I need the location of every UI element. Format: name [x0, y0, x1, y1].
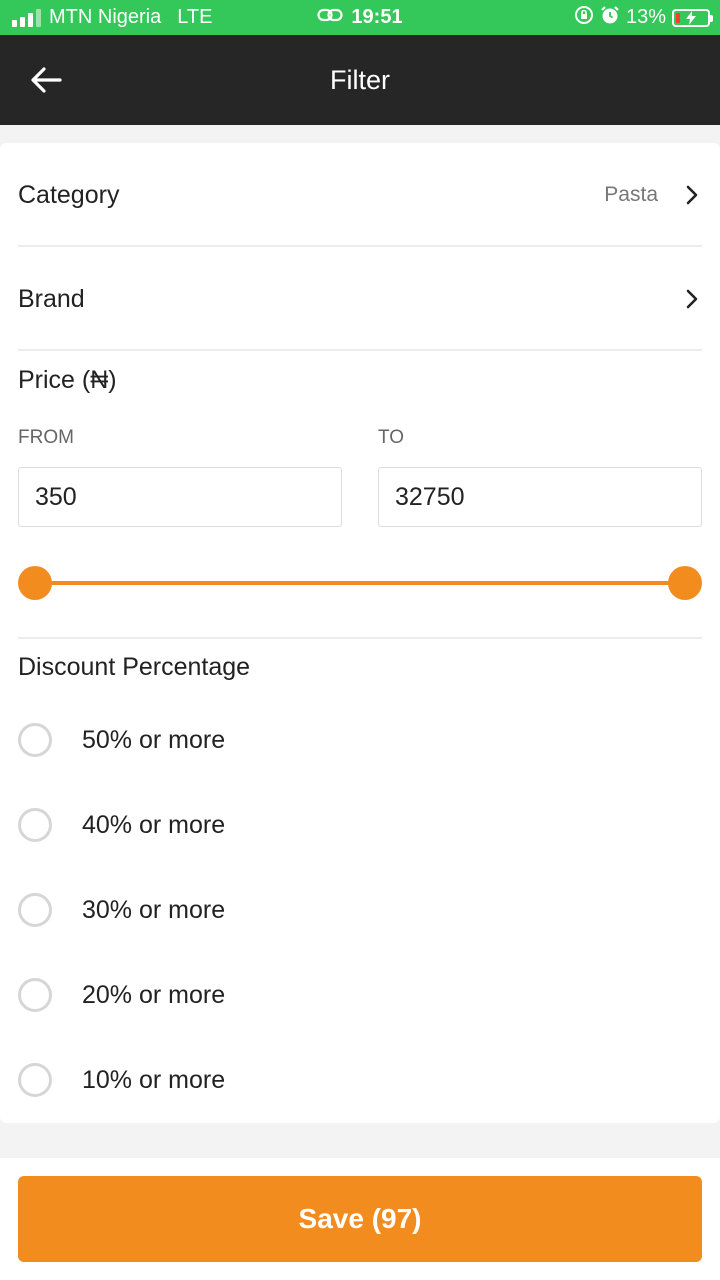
- category-row[interactable]: Category Pasta: [18, 167, 702, 223]
- divider: [18, 349, 702, 351]
- price-from-input[interactable]: 350: [18, 467, 342, 527]
- chevron-right-icon: [682, 185, 702, 205]
- alarm-icon: [600, 5, 620, 31]
- radio-button[interactable]: [18, 723, 52, 757]
- discount-option-label: 20% or more: [82, 980, 226, 1009]
- status-right: 13%: [574, 0, 713, 35]
- radio-button[interactable]: [18, 1063, 52, 1097]
- divider: [18, 245, 702, 247]
- status-time: 19:51: [351, 6, 403, 28]
- category-value: Pasta: [604, 183, 658, 206]
- price-slider-track[interactable]: [35, 581, 685, 585]
- link-icon: [317, 6, 344, 29]
- rotation-lock-icon: [574, 5, 594, 31]
- price-to-input[interactable]: 32750: [378, 467, 702, 527]
- status-bar: MTN Nigeria LTE 19:51 13%: [0, 0, 720, 35]
- discount-option[interactable]: 20% or more: [18, 970, 702, 1020]
- discount-option-label: 10% or more: [82, 1065, 226, 1094]
- price-to-label: TO: [378, 427, 405, 448]
- discount-option-label: 50% or more: [82, 725, 226, 754]
- chevron-right-icon: [682, 289, 702, 309]
- divider: [18, 637, 702, 639]
- save-button[interactable]: Save (97): [18, 1176, 702, 1262]
- discount-title: Discount Percentage: [18, 653, 251, 681]
- radio-button[interactable]: [18, 893, 52, 927]
- discount-option[interactable]: 10% or more: [18, 1055, 702, 1105]
- brand-label: Brand: [18, 284, 85, 313]
- category-label: Category: [18, 180, 120, 209]
- discount-option[interactable]: 50% or more: [18, 715, 702, 765]
- navigation-bar: Filter: [0, 35, 720, 125]
- price-from-label: FROM: [18, 427, 74, 448]
- price-slider-max-handle[interactable]: [668, 566, 702, 600]
- price-slider-min-handle[interactable]: [18, 566, 52, 600]
- battery-icon: [672, 8, 713, 27]
- radio-button[interactable]: [18, 808, 52, 842]
- page-title: Filter: [330, 64, 390, 95]
- radio-button[interactable]: [18, 978, 52, 1012]
- discount-option[interactable]: 40% or more: [18, 800, 702, 850]
- brand-row[interactable]: Brand: [18, 271, 702, 327]
- battery-percent: 13%: [625, 6, 666, 28]
- discount-option-label: 30% or more: [82, 895, 226, 924]
- bottom-action-bar: Save (97): [0, 1158, 720, 1280]
- discount-option[interactable]: 30% or more: [18, 885, 702, 935]
- discount-option-label: 40% or more: [82, 810, 226, 839]
- price-title: Price (₦): [18, 366, 117, 394]
